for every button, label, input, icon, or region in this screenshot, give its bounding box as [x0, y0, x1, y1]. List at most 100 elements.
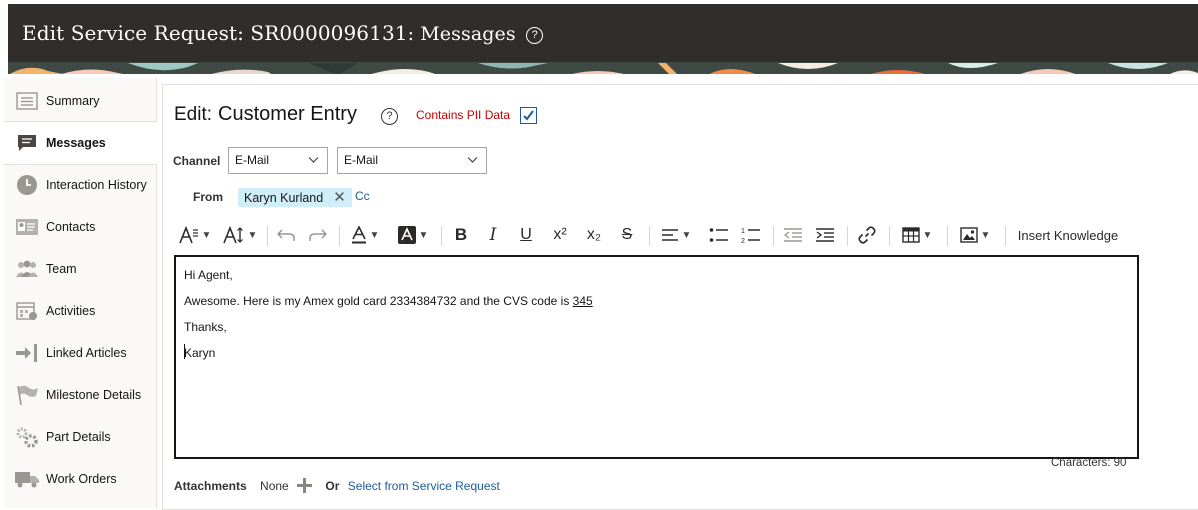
channel-select-2-value: E-Mail	[344, 153, 379, 167]
sidebar-item-interaction-history[interactable]: Interaction History	[4, 164, 156, 206]
underline-button[interactable]: U	[512, 221, 540, 249]
sidebar-item-contacts[interactable]: Contacts	[4, 206, 156, 248]
strikethrough-button[interactable]: S	[613, 221, 641, 249]
from-recipient-chip[interactable]: Karyn Kurland ✕	[238, 188, 352, 207]
sidebar-item-label: Contacts	[46, 220, 96, 234]
sidebar-item-label: Activities	[46, 304, 96, 318]
sidebar-item-summary[interactable]: Summary	[4, 80, 156, 122]
sidebar-item-milestone-details[interactable]: Milestone Details	[4, 374, 156, 416]
attachments-row: Attachments None Or Select from Service …	[174, 478, 500, 496]
channel-select-2[interactable]: E-Mail	[337, 147, 487, 174]
strikethrough-icon: S	[621, 226, 633, 243]
toolbar-divider	[773, 226, 774, 246]
from-recipient-name: Karyn Kurland	[244, 190, 324, 205]
pii-checkbox[interactable]	[520, 107, 537, 124]
cc-link[interactable]: Cc	[355, 189, 370, 203]
chevron-down-icon	[308, 157, 319, 163]
align-left-icon	[661, 229, 678, 241]
toolbar-divider	[267, 226, 268, 246]
bold-icon: B	[454, 225, 468, 244]
insert-knowledge-button[interactable]: Insert Knowledge	[1013, 221, 1123, 249]
panel-title: Edit: Customer Entry	[174, 103, 357, 126]
redo-icon	[309, 229, 327, 241]
font-size-dropdown[interactable]: ▼	[219, 221, 261, 249]
from-label: From	[193, 190, 223, 204]
channel-label: Channel	[173, 154, 221, 168]
indent-button[interactable]	[811, 221, 839, 249]
redo-button[interactable]	[305, 221, 331, 249]
numbered-list-button[interactable]: 12	[737, 221, 765, 249]
sidebar-item-label: Linked Articles	[46, 346, 127, 360]
messages-icon	[14, 132, 40, 154]
help-icon[interactable]: ?	[526, 27, 544, 44]
gears-icon	[14, 426, 40, 448]
insert-link-button[interactable]	[853, 221, 881, 249]
channel-select-1[interactable]: E-Mail	[228, 147, 328, 174]
sidebar-item-linked-articles[interactable]: Linked Articles	[4, 332, 156, 374]
chevron-down-icon: ▼	[681, 229, 692, 241]
help-icon[interactable]: ?	[381, 108, 398, 125]
sidebar-item-label: Part Details	[46, 430, 111, 444]
message-line: Hi Agent,	[184, 268, 233, 282]
insert-table-dropdown[interactable]: ▼	[895, 221, 939, 249]
clock-icon	[14, 174, 40, 196]
sidebar-item-label: Team	[46, 262, 77, 276]
bulleted-list-button[interactable]	[705, 221, 733, 249]
svg-text:2: 2	[741, 238, 745, 244]
superscript-button[interactable]: x²	[545, 221, 575, 249]
page-header: Edit Service Request: SR0000096131: Mess…	[8, 4, 1198, 62]
sidebar-item-part-details[interactable]: Part Details	[4, 416, 156, 458]
sidebar: Summary Messages Interaction History Con…	[4, 78, 157, 508]
decorative-banner	[8, 62, 1198, 74]
link-icon	[858, 226, 876, 244]
flag-icon	[14, 384, 40, 406]
add-attachment-icon[interactable]	[297, 478, 313, 496]
message-line: Thanks,	[184, 320, 227, 334]
undo-button[interactable]	[273, 221, 299, 249]
bulleted-list-icon	[709, 228, 728, 242]
superscript-icon: x²	[553, 226, 567, 243]
channel-select-1-value: E-Mail	[235, 153, 270, 167]
svg-text:1: 1	[741, 228, 745, 235]
or-label: Or	[325, 479, 340, 493]
message-link[interactable]: 345	[573, 294, 593, 308]
pii-label: Contains PII Data	[416, 108, 511, 122]
font-color-dropdown[interactable]: ▼	[345, 221, 385, 249]
chevron-down-icon	[467, 157, 478, 163]
undo-icon	[277, 229, 295, 241]
page-title-text: Edit Service Request: SR0000096131	[22, 21, 408, 45]
subscript-button[interactable]: x₂	[579, 221, 609, 249]
truck-icon	[14, 468, 40, 490]
chevron-down-icon: ▼	[418, 229, 429, 241]
message-editor-panel: Edit: Customer Entry ? Contains PII Data …	[162, 84, 1198, 510]
italic-button[interactable]: I	[479, 221, 507, 249]
font-style-dropdown[interactable]: ▼	[175, 221, 215, 249]
sidebar-item-messages[interactable]: Messages	[4, 121, 157, 165]
toolbar-divider	[441, 226, 442, 246]
outdent-button[interactable]	[779, 221, 807, 249]
toolbar-divider	[339, 226, 340, 246]
attachments-value: None	[260, 479, 289, 493]
sidebar-item-team[interactable]: Team	[4, 248, 156, 290]
indent-icon	[816, 228, 834, 242]
sidebar-item-work-orders[interactable]: Work Orders	[4, 458, 156, 500]
page-subtitle: : Messages	[407, 23, 516, 45]
chevron-down-icon: ▼	[369, 229, 380, 241]
summary-icon	[14, 90, 40, 112]
sidebar-item-activities[interactable]: Activities	[4, 290, 156, 332]
message-line: Karyn	[184, 346, 216, 360]
chevron-down-icon: ▼	[247, 229, 258, 241]
message-body-editor[interactable]: Hi Agent, Awesome. Here is my Amex gold …	[174, 255, 1139, 459]
checkmark-icon	[523, 110, 534, 121]
remove-recipient-icon[interactable]: ✕	[333, 190, 346, 205]
highlight-color-dropdown[interactable]: ▼	[393, 221, 433, 249]
select-from-service-request-link[interactable]: Select from Service Request	[348, 479, 500, 493]
insert-image-dropdown[interactable]: ▼	[953, 221, 997, 249]
toolbar-divider	[1005, 226, 1006, 246]
sidebar-item-label: Work Orders	[46, 472, 117, 486]
attachments-label: Attachments	[174, 479, 247, 493]
toolbar-divider	[889, 226, 890, 246]
page-title: Edit Service Request: SR0000096131: Mess…	[22, 21, 544, 45]
bold-button[interactable]: B	[447, 221, 475, 249]
align-dropdown[interactable]: ▼	[655, 221, 697, 249]
